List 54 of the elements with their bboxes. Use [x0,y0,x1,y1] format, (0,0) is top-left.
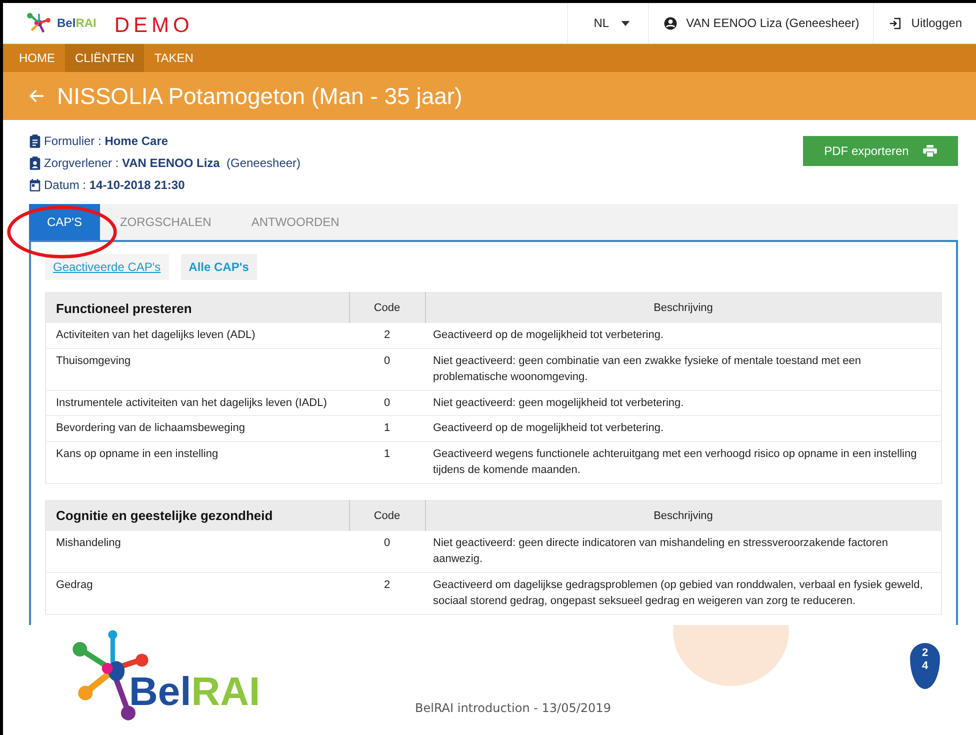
table-cell: Thuisomgeving [46,348,349,390]
table-cell: Geactiveerd op de mogelijkheid tot verbetering. [425,323,942,348]
clipboard-icon [29,134,41,148]
table-cell: Niet geactiveerd: geen directe indicatoren van mishandeling en stressveroorzakende factoren aanwezig. [425,530,942,572]
back-arrow-icon[interactable] [29,88,45,104]
calendar-icon [29,178,41,192]
table-cell: Kans op opname in een instelling [46,441,349,483]
column-header: Code [349,292,425,323]
table-cell: 2 [349,572,425,614]
filter-link[interactable]: Alle CAP's [180,254,257,280]
section-header: Cognitie en geestelijke gezondheid [46,500,349,530]
printer-icon [922,145,937,157]
table-cell: Mishandeling [46,530,349,572]
account-icon [663,16,678,30]
table-cell: Niet geactiveerd: geen combinatie van een zwakke fysieke of mentale toestand met een problematische woonomgeving. [425,348,942,390]
logo-wordmark: BelRAI [57,16,96,30]
caret-icon [621,20,630,26]
table-cell: Gedrag [46,572,349,614]
table-cell: Geactiveerd op de mogelijkheid tot verbetering. [425,416,942,441]
slide-caption: BelRAI introduction - 13/05/2019 [415,701,611,715]
info-line: Datum : 14-10-2018 21:30 [44,178,185,192]
client-title: NISSOLIA Potamogeton (Man - 35 jaar) [57,82,462,110]
tab[interactable]: CAP'S [29,204,100,240]
nav-tab[interactable]: CLIËNTEN [65,44,144,72]
id-badge-icon [29,156,41,170]
table-cell: Niet geactiveerd: geen mogelijkheid tot verbetering. [425,390,942,416]
demo-label: DEMO [114,14,194,38]
logout-icon [888,16,904,30]
logo-icon [25,12,53,34]
column-header: Beschrijving [425,292,942,323]
info-line: Formulier : Home Care [44,134,168,148]
table-cell: 1 [349,416,425,441]
nav-tab[interactable]: HOME [9,44,65,72]
section-header: Functioneel presteren [46,292,349,323]
tab[interactable]: ANTWOORDEN [231,204,360,240]
table-cell: Geactiveerd om dagelijkse gedragsproblemen (op gebied van ronddwalen, verbaal en fysiek geweld, sociaal storend gedrag, ongepast seksueel gedrag en weigeren van zorg te reduceren. [425,572,942,614]
table-cell: Activiteiten van het dagelijks leven (ADL) [46,323,349,348]
page-number: 24 [910,643,940,689]
info-line: Zorgverlener : VAN EENOO Liza (Geneesheer) [44,156,301,170]
column-header: Beschrijving [425,500,942,530]
table-cell: Instrumentele activiteiten van het dagelijks leven (IADL) [46,390,349,416]
table-cell: 1 [349,441,425,483]
tab[interactable]: ZORGSCHALEN [100,204,232,240]
nav-tab[interactable]: TAKEN [144,44,204,72]
filter-link[interactable]: Geactiveerde CAP's [45,254,169,280]
table-cell: 0 [349,530,425,572]
logo-wordmark: BelRAI [129,670,260,715]
table-cell: 0 [349,390,425,416]
table-cell: 2 [349,323,425,348]
table-cell: Geactiveerd wegens functionele achteruitgang met een verhoogd risico op opname in een instelling tijdens de komende maanden. [425,441,942,483]
column-header: Code [349,500,425,530]
pdf-export-button[interactable]: PDF exporteren [803,136,958,166]
table-cell: 0 [349,348,425,390]
table-cell: Bevordering van de lichaamsbeweging [46,416,349,441]
